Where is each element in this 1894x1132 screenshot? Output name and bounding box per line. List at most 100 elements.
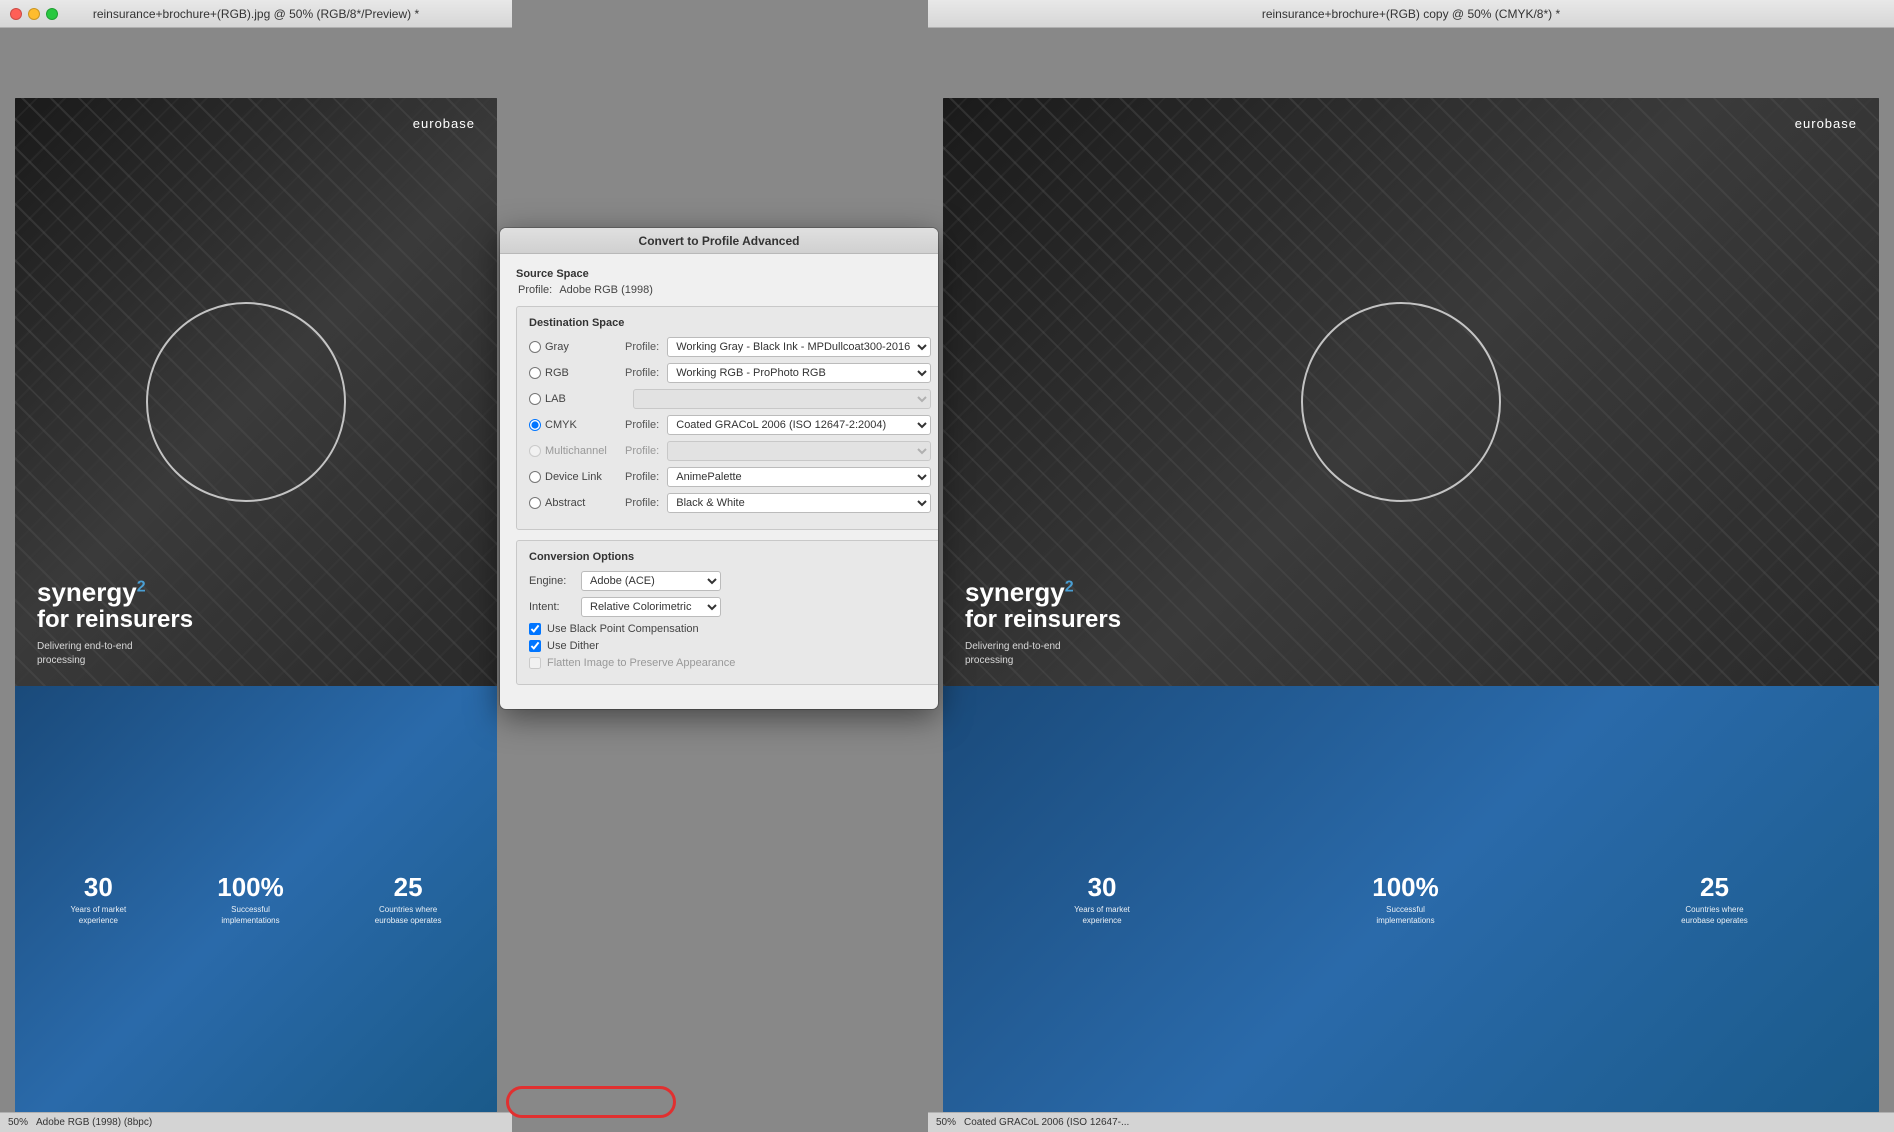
abstract-label: Abstract [545, 497, 617, 509]
rgb-label: RGB [545, 367, 617, 379]
abstract-profile-select[interactable]: Black & White [667, 493, 931, 513]
stat-number-1-left: 100% [217, 872, 284, 903]
brochure-text-right: synergy2 for reinsurers Delivering end-t… [965, 578, 1121, 669]
lab-radio[interactable] [529, 393, 541, 405]
multichannel-radio[interactable] [529, 445, 541, 457]
gray-radio[interactable] [529, 341, 541, 353]
lab-row: LAB [529, 389, 931, 409]
window-controls-left[interactable] [10, 8, 58, 20]
multichannel-label: Multichannel [545, 445, 617, 457]
device-link-row: Device Link Profile: AnimePalette [529, 467, 931, 487]
black-point-label: Use Black Point Compensation [547, 623, 699, 635]
right-profile-status: Coated GRACoL 2006 (ISO 12647-... [964, 1117, 1129, 1128]
right-zoom: 50% [936, 1117, 956, 1128]
brochure-top-left: eurobase synergy2 for reinsurers Deliver… [15, 98, 497, 686]
dest-space-title: Destination Space [529, 317, 931, 329]
device-link-radio[interactable] [529, 471, 541, 483]
gray-profile-label: Profile: [625, 341, 659, 353]
for-reinsurers-left: for reinsurers [37, 606, 193, 634]
rgb-profile-select[interactable]: Working RGB - ProPhoto RGB [667, 363, 931, 383]
device-link-profile-label: Profile: [625, 471, 659, 483]
right-window-title: reinsurance+brochure+(RGB) copy @ 50% (C… [1262, 7, 1560, 21]
left-status-bar: 50% Adobe RGB (1998) (8bpc) [0, 1112, 512, 1132]
cmyk-profile-label: Profile: [625, 419, 659, 431]
convert-profile-dialog: Convert to Profile Advanced Source Space… [500, 228, 938, 709]
cmyk-radio[interactable] [529, 419, 541, 431]
engine-row: Engine: Adobe (ACE) [529, 571, 931, 591]
stat-label-0-right: Years of marketexperience [1074, 905, 1130, 926]
brochure-text-left: synergy2 for reinsurers Delivering end-t… [37, 578, 193, 669]
right-canvas-area: eurobase synergy2 for reinsurers Deliver… [928, 28, 1894, 1132]
left-brochure: eurobase synergy2 for reinsurers Deliver… [15, 98, 497, 1112]
dialog-titlebar: Convert to Profile Advanced [500, 228, 938, 254]
dialog-left-content: Source Space Profile: Adobe RGB (1998) D… [516, 268, 938, 695]
right-status-bar: 50% Coated GRACoL 2006 (ISO 12647-... [928, 1112, 1894, 1132]
abstract-row: Abstract Profile: Black & White [529, 493, 931, 513]
delivering-left: Delivering end-to-end processing [37, 640, 193, 668]
left-canvas-area: eurobase synergy2 for reinsurers Deliver… [0, 28, 512, 1132]
brochure-circle-left [146, 302, 346, 502]
brochure-logo-left: eurobase [413, 116, 475, 131]
left-window-title: reinsurance+brochure+(RGB).jpg @ 50% (RG… [93, 7, 419, 21]
black-point-checkbox[interactable] [529, 623, 541, 635]
cmyk-row: CMYK Profile: Coated GRACoL 2006 (ISO 12… [529, 415, 931, 435]
synergy-headline-right: synergy2 [965, 578, 1121, 607]
multichannel-profile-select [667, 441, 931, 461]
gray-profile-select[interactable]: Working Gray - Black Ink - MPDullcoat300… [667, 337, 931, 357]
intent-select[interactable]: Relative Colorimetric [581, 597, 721, 617]
flatten-row: Flatten Image to Preserve Appearance [529, 657, 931, 669]
intent-row: Intent: Relative Colorimetric [529, 597, 931, 617]
stat-number-1-right: 100% [1372, 872, 1439, 903]
stat-label-2-left: Countries whereeurobase operates [375, 905, 442, 926]
brochure-circle-right [1301, 302, 1501, 502]
lab-profile-select [633, 389, 931, 409]
stat-number-2-left: 25 [375, 872, 442, 903]
gray-row: Gray Profile: Working Gray - Black Ink -… [529, 337, 931, 357]
flatten-label: Flatten Image to Preserve Appearance [547, 657, 735, 669]
intent-label: Intent: [529, 601, 577, 613]
cmyk-profile-select[interactable]: Coated GRACoL 2006 (ISO 12647-2:2004) [667, 415, 931, 435]
maximize-button-left[interactable] [46, 8, 58, 20]
minimize-button-left[interactable] [28, 8, 40, 20]
destination-space-section: Destination Space Gray Profile: Working … [516, 306, 938, 530]
synergy-headline-left: synergy2 [37, 578, 193, 607]
dialog-body: Source Space Profile: Adobe RGB (1998) D… [500, 254, 938, 709]
black-point-row: Use Black Point Compensation [529, 623, 931, 635]
stat-label-1-left: Successfulimplementations [217, 905, 284, 926]
rgb-profile-label: Profile: [625, 367, 659, 379]
left-zoom: 50% [8, 1117, 28, 1128]
multichannel-profile-label: Profile: [625, 445, 659, 457]
rgb-radio[interactable] [529, 367, 541, 379]
close-button-left[interactable] [10, 8, 22, 20]
stat-item-1-right: 100% Successfulimplementations [1372, 872, 1439, 926]
brochure-top-right: eurobase synergy2 for reinsurers Deliver… [943, 98, 1879, 686]
stat-label-0-left: Years of marketexperience [71, 905, 127, 926]
dither-row: Use Dither [529, 640, 931, 652]
engine-select[interactable]: Adobe (ACE) [581, 571, 721, 591]
source-profile-row: Profile: Adobe RGB (1998) [516, 284, 938, 296]
device-link-label: Device Link [545, 471, 617, 483]
brochure-bottom-left: 30 Years of marketexperience 100% Succes… [15, 686, 497, 1112]
lab-label: LAB [545, 393, 617, 405]
device-link-profile-select[interactable]: AnimePalette [667, 467, 931, 487]
stat-item-2-right: 25 Countries whereeurobase operates [1681, 872, 1748, 926]
left-titlebar: reinsurance+brochure+(RGB).jpg @ 50% (RG… [0, 0, 512, 28]
right-brochure: eurobase synergy2 for reinsurers Deliver… [943, 98, 1879, 1112]
stat-item-1-left: 100% Successfulimplementations [217, 872, 284, 926]
abstract-radio[interactable] [529, 497, 541, 509]
stat-item-0-left: 30 Years of marketexperience [71, 872, 127, 926]
rgb-row: RGB Profile: Working RGB - ProPhoto RGB [529, 363, 931, 383]
right-titlebar: reinsurance+brochure+(RGB) copy @ 50% (C… [928, 0, 1894, 28]
flatten-checkbox[interactable] [529, 657, 541, 669]
dither-label: Use Dither [547, 640, 599, 652]
dialog-title: Convert to Profile Advanced [639, 234, 800, 248]
stat-item-2-left: 25 Countries whereeurobase operates [375, 872, 442, 926]
multichannel-row: Multichannel Profile: [529, 441, 931, 461]
stat-number-0-right: 30 [1074, 872, 1130, 903]
dither-checkbox[interactable] [529, 640, 541, 652]
stat-number-0-left: 30 [71, 872, 127, 903]
stat-label-2-right: Countries whereeurobase operates [1681, 905, 1748, 926]
conversion-options-section: Conversion Options Engine: Adobe (ACE) I… [516, 540, 938, 685]
source-space-title: Source Space [516, 268, 938, 280]
stat-label-1-right: Successfulimplementations [1372, 905, 1439, 926]
